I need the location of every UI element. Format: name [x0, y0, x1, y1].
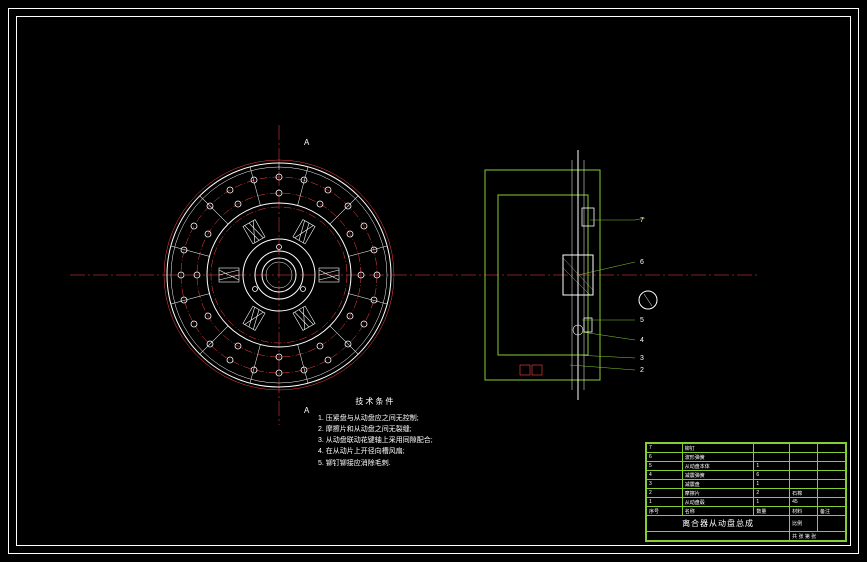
note-line: 1. 压紧盘与从动盘应之间无控制; [318, 413, 433, 424]
note-line: 5. 铆钉铆接应消除毛刺. [318, 458, 433, 469]
technical-notes: 技术条件 1. 压紧盘与从动盘应之间无控制; 2. 摩擦片和从动盘之间无裂缝; … [318, 396, 433, 469]
title-block: 7铆钉 6波形弹簧 5从动盘本体1 4减震弹簧6 3减震盘1 2摩擦片2石棉 1… [645, 442, 847, 542]
note-line: 2. 摩擦片和从动盘之间无裂缝; [318, 424, 433, 435]
notes-title: 技术条件 [318, 396, 433, 409]
drawing-title: 离合器从动盘总成 [647, 516, 790, 532]
svg-text:5: 5 [640, 317, 644, 324]
section-label-top: A [304, 138, 310, 147]
svg-text:6: 6 [640, 259, 644, 266]
note-line: 3. 从动盘联动花键轴上采用同隙配合; [318, 435, 433, 446]
svg-text:7: 7 [640, 217, 644, 224]
svg-text:4: 4 [640, 337, 644, 344]
section-label-bottom: A [304, 406, 310, 415]
svg-text:2: 2 [640, 367, 644, 374]
centerlines [70, 125, 760, 425]
note-line: 4. 在从动片上开径向槽风扇; [318, 446, 433, 457]
svg-text:3: 3 [640, 355, 644, 362]
callout-leaders [570, 218, 645, 370]
parts-table: 7铆钉 6波形弹簧 5从动盘本体1 4减震弹簧6 3减震盘1 2摩擦片2石棉 1… [646, 443, 846, 541]
